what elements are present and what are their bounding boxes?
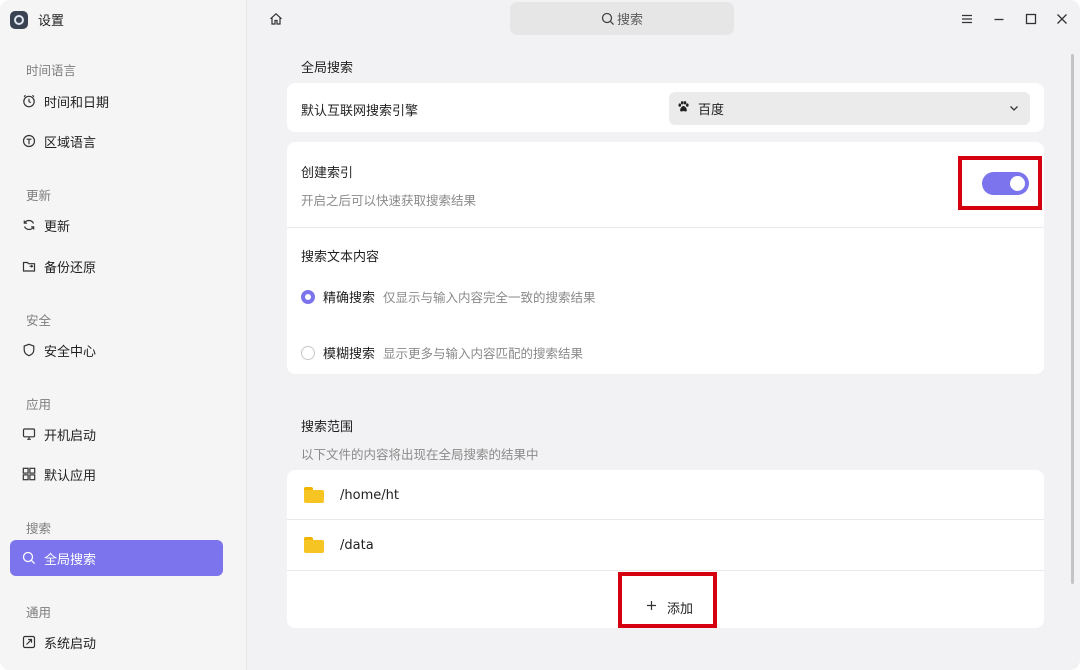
scope-description: 以下文件的内容将出现在全局搜索的结果中 (301, 447, 539, 462)
sidebar-item-label: 开机启动 (44, 428, 97, 444)
sidebar-item-system-startup[interactable]: 系统启动 (10, 624, 223, 660)
close-icon[interactable] (1052, 9, 1072, 29)
engine-select[interactable]: 百度 (669, 92, 1030, 125)
scope-title: 搜索范围 (301, 420, 354, 435)
search-input[interactable]: 搜索 (510, 2, 734, 35)
minimize-icon[interactable] (989, 9, 1009, 29)
sidebar-group-label: 安全 (26, 313, 52, 328)
list-item[interactable]: /home/ht (287, 470, 1044, 520)
monitor-icon (22, 427, 36, 441)
folder-icon (304, 537, 324, 553)
add-highlight-box (618, 572, 717, 628)
main-content: 全局搜索 默认互联网搜索引擎 百度 创建索引 开启之后可以快速获取搜索结果 搜索… (247, 38, 1080, 670)
radio-name: 精确搜索 (323, 291, 376, 306)
sidebar-item-global-search[interactable]: 全局搜索 (10, 540, 223, 576)
sidebar-item-label: 备份还原 (44, 260, 97, 276)
title-bar: 搜索 (247, 0, 1080, 38)
sidebar-group-label: 应用 (26, 397, 52, 412)
sidebar-group-label: 搜索 (26, 521, 52, 536)
engine-value: 百度 (698, 103, 725, 118)
radio-name: 模糊搜索 (323, 347, 376, 362)
sidebar-item-label: 全局搜索 (44, 552, 97, 568)
radio-button[interactable] (301, 289, 315, 304)
region-icon (22, 134, 36, 148)
scrollbar[interactable] (1071, 54, 1074, 584)
grid-icon (22, 467, 36, 481)
index-card: 创建索引 开启之后可以快速获取搜索结果 搜索文本内容 精确搜索 仅显示与输入内容… (287, 142, 1044, 374)
sidebar-item-label: 默认应用 (44, 468, 97, 484)
shield-icon (22, 343, 36, 357)
refresh-icon (22, 218, 36, 232)
sidebar-item-backup-restore[interactable]: 备份还原 (10, 248, 223, 284)
list-item[interactable]: /data (287, 520, 1044, 570)
radio-button[interactable] (301, 345, 315, 360)
sidebar-item-startup[interactable]: 开机启动 (10, 416, 223, 452)
settings-app-icon (10, 10, 28, 29)
chevron-down-icon (1008, 102, 1020, 118)
index-description: 开启之后可以快速获取搜索结果 (301, 193, 477, 208)
clock-icon (22, 94, 36, 108)
path-label: /home/ht (340, 487, 399, 503)
engine-label: 默认互联网搜索引擎 (301, 104, 419, 119)
home-icon[interactable] (267, 10, 285, 28)
search-placeholder: 搜索 (616, 13, 643, 28)
search-icon (22, 551, 36, 565)
radio-desc: 显示更多与输入内容匹配的搜索结果 (383, 346, 584, 361)
sidebar-group-label: 通用 (26, 605, 52, 620)
radio-exact-search[interactable]: 精确搜索 仅显示与输入内容完全一致的搜索结果 (301, 287, 596, 306)
radio-desc: 仅显示与输入内容完全一致的搜索结果 (383, 290, 596, 305)
backup-icon (22, 259, 36, 273)
sidebar-item-security-center[interactable]: 安全中心 (10, 332, 223, 368)
sidebar-group-label: 更新 (26, 188, 52, 203)
sidebar-item-region-language[interactable]: 区域语言 (10, 123, 223, 159)
maximize-icon[interactable] (1021, 9, 1041, 29)
baidu-paw-icon (677, 100, 690, 117)
divider (287, 570, 1044, 571)
sidebar-item-label: 安全中心 (44, 344, 97, 360)
search-icon (601, 12, 615, 25)
radio-fuzzy-search[interactable]: 模糊搜索 显示更多与输入内容匹配的搜索结果 (301, 343, 583, 362)
sidebar-item-label: 区域语言 (44, 135, 97, 151)
app-title-bar: 设置 (10, 10, 64, 29)
sidebar-item-label: 更新 (44, 219, 71, 235)
text-content-title: 搜索文本内容 (301, 250, 380, 265)
sidebar: 设置 时间语言 时间和日期 区域语言 更新 更新 备份还原 安全 安全中心 应用… (0, 0, 247, 670)
menu-icon[interactable] (957, 9, 977, 29)
app-title: 设置 (38, 14, 65, 29)
settings-window: 设置 时间语言 时间和日期 区域语言 更新 更新 备份还原 安全 安全中心 应用… (0, 0, 1080, 670)
index-label: 创建索引 (301, 166, 354, 181)
folder-icon (304, 487, 324, 503)
sidebar-group-label: 时间语言 (26, 63, 77, 78)
global-search-title: 全局搜索 (301, 61, 354, 76)
sidebar-item-label: 时间和日期 (44, 95, 110, 111)
sidebar-item-update[interactable]: 更新 (10, 207, 223, 243)
divider (287, 227, 1044, 228)
sidebar-item-default-apps[interactable]: 默认应用 (10, 456, 223, 492)
power-icon (22, 635, 36, 649)
sidebar-item-label: 系统启动 (44, 636, 97, 652)
toggle-highlight-box (958, 156, 1042, 210)
engine-card: 默认互联网搜索引擎 百度 (287, 83, 1044, 132)
sidebar-item-time-date[interactable]: 时间和日期 (10, 83, 223, 119)
path-label: /data (340, 537, 374, 553)
